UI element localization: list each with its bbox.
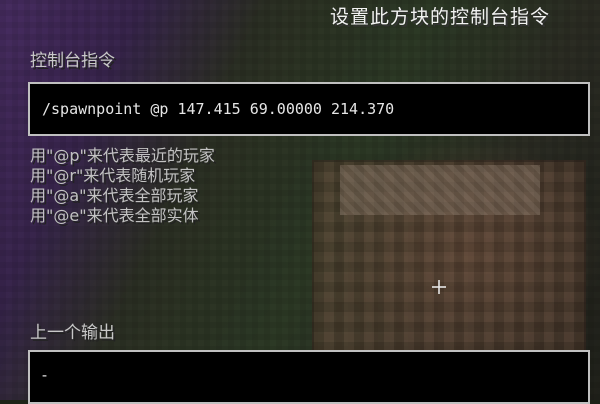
hint-random-player: 用"@r"来代表随机玩家 — [30, 166, 196, 185]
previous-output-label: 上一个输出 — [30, 323, 115, 343]
screen-title: 设置此方块的控制台指令 — [329, 6, 550, 28]
command-block-top — [340, 165, 540, 215]
command-input[interactable] — [42, 84, 572, 134]
selector-hints: 用"@p"来代表最近的玩家 用"@r"来代表随机玩家 用"@a"来代表全部玩家 … — [30, 146, 215, 226]
crosshair-icon — [432, 280, 446, 294]
hint-all-entities: 用"@e"来代表全部实体 — [30, 206, 199, 225]
hint-all-players: 用"@a"来代表全部玩家 — [30, 186, 199, 205]
previous-output-text: - — [40, 366, 50, 384]
command-input-box[interactable] — [28, 82, 590, 136]
previous-output-box: - — [28, 350, 590, 404]
command-label: 控制台指令 — [30, 51, 115, 71]
hint-nearest-player: 用"@p"来代表最近的玩家 — [30, 146, 215, 165]
